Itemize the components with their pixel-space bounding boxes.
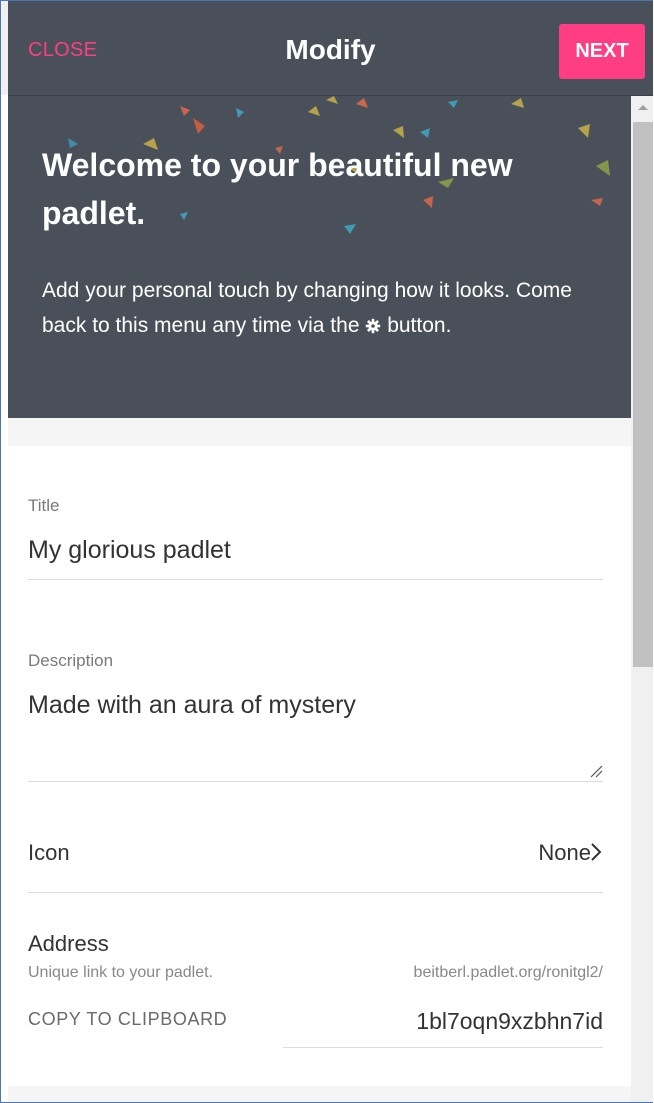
welcome-body: Add your personal touch by changing how … — [42, 273, 582, 343]
dialog-title: Modify — [285, 34, 376, 65]
padlet-settings-form: Title Description Made with an aura of m… — [8, 446, 631, 1086]
address-prefix: beitberl.padlet.org/ronitgl2/ — [413, 964, 603, 981]
settings-panel: Welcome to your beautiful new padlet. Ad… — [8, 96, 631, 1102]
description-label: Description — [28, 651, 114, 670]
welcome-banner: Welcome to your beautiful new padlet. Ad… — [8, 96, 631, 418]
next-button[interactable]: NEXT — [559, 24, 645, 79]
address-hint: Unique link to your padlet. — [28, 964, 213, 981]
icon-value: None — [538, 840, 591, 865]
welcome-body-tail: button. — [387, 314, 452, 337]
dialog-header: CLOSE Modify NEXT — [8, 1, 653, 96]
copy-to-clipboard-button[interactable]: COPY TO CLIPBOARD — [28, 1009, 227, 1030]
title-input[interactable] — [28, 534, 603, 566]
left-border — [1, 95, 8, 1102]
address-underline — [283, 1047, 603, 1048]
title-underline — [28, 579, 603, 580]
icon-row[interactable]: Icon None — [8, 816, 631, 886]
address-label: Address — [28, 931, 109, 956]
vertical-scrollbar[interactable] — [631, 96, 653, 1102]
chevron-right-icon — [591, 843, 602, 861]
resize-handle-icon[interactable] — [589, 764, 603, 778]
welcome-body-text: Add your personal touch by changing how … — [42, 279, 572, 337]
title-label: Title — [28, 496, 60, 515]
icon-underline — [28, 892, 603, 893]
description-textarea[interactable]: Made with an aura of mystery — [28, 691, 603, 781]
gear-icon — [366, 318, 381, 334]
welcome-title: Welcome to your beautiful new padlet. — [42, 147, 513, 231]
scroll-up-arrow-icon[interactable] — [631, 96, 653, 120]
address-slug-input[interactable] — [283, 1006, 603, 1036]
scrollbar-thumb[interactable] — [633, 122, 653, 667]
modify-dialog: CLOSE Modify NEXT Welcome to your beauti… — [0, 0, 653, 1103]
icon-label: Icon — [28, 840, 70, 865]
description-underline — [28, 781, 603, 782]
